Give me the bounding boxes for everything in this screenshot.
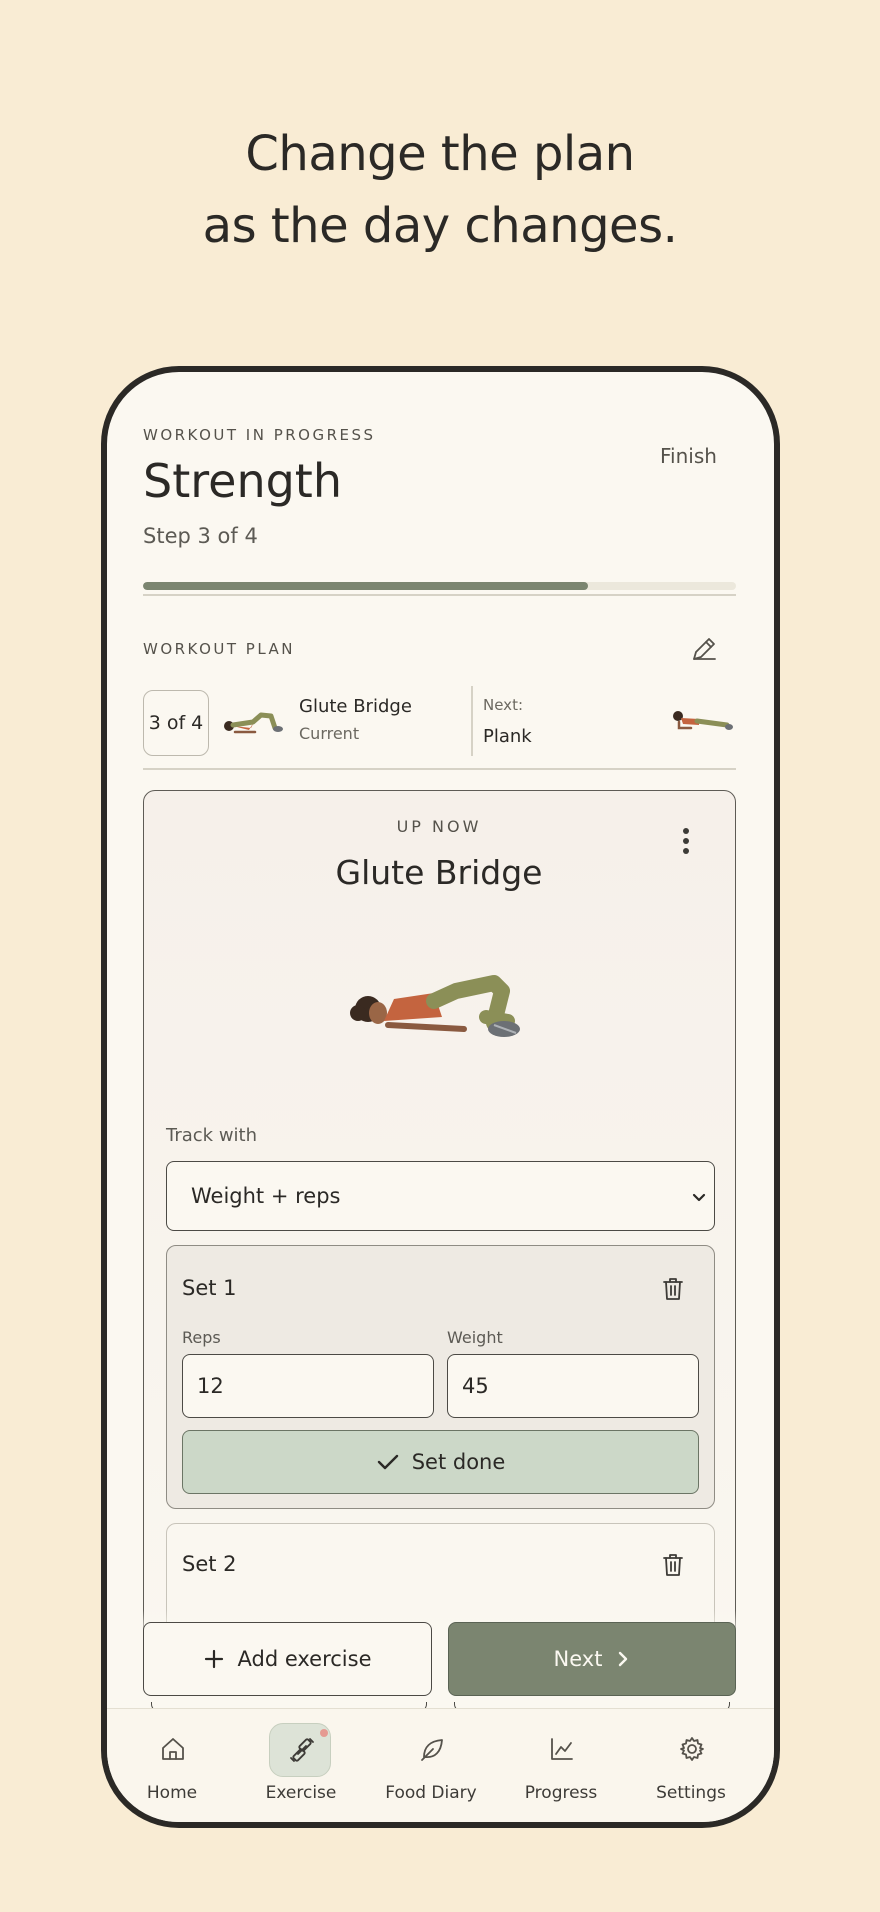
app-screen: WORKOUT IN PROGRESS Strength Step 3 of 4…: [107, 372, 774, 1822]
workout-progress-fill: [143, 582, 588, 590]
headline-line-2: as the day changes.: [202, 198, 678, 254]
current-exercise-card: UP NOW Glute Bridge Track with Weight + …: [143, 790, 736, 1690]
workout-plan-label: WORKOUT PLAN: [143, 640, 296, 658]
divider: [143, 768, 736, 770]
nav-label-home: Home: [146, 1783, 198, 1803]
add-exercise-label: Add exercise: [237, 1647, 372, 1671]
check-icon: [377, 1454, 398, 1470]
nav-item-settings[interactable]: Settings: [626, 1709, 756, 1822]
track-with-label: Track with: [166, 1125, 258, 1146]
plus-icon: [204, 1649, 223, 1669]
nav-label-exercise: Exercise: [265, 1783, 337, 1803]
plan-divider: [471, 686, 473, 756]
set-done-label: Set done: [411, 1450, 506, 1474]
tracking-mode-value: Weight + reps: [191, 1184, 341, 1208]
reps-input[interactable]: [182, 1354, 434, 1418]
delete-set-button[interactable]: [661, 1552, 685, 1578]
weight-label: Weight: [447, 1328, 503, 1347]
add-exercise-button[interactable]: Add exercise: [143, 1622, 432, 1696]
plan-step-counter[interactable]: 3 of 4: [143, 690, 209, 756]
next-button[interactable]: Next: [448, 1622, 736, 1696]
set-title: Set 2: [182, 1552, 237, 1576]
workout-status-label: WORKOUT IN PROGRESS: [143, 426, 376, 444]
set-card: Set 1 Reps Weight Se: [166, 1245, 715, 1509]
nav-label-settings: Settings: [656, 1783, 726, 1803]
headline: Change the plan as the day changes.: [0, 118, 880, 262]
next-exercise-name[interactable]: Plank: [483, 726, 532, 747]
up-now-label: UP NOW: [396, 817, 482, 836]
exercise-title: Glute Bridge: [335, 853, 543, 892]
set-title: Set 1: [182, 1276, 237, 1300]
notification-dot: [320, 1729, 328, 1737]
bottom-navigation: Home Exercise Food Diary Progress Settin…: [107, 1708, 774, 1822]
nav-item-exercise[interactable]: Exercise: [236, 1709, 366, 1822]
workout-step: Step 3 of 4: [143, 524, 258, 548]
set-done-button[interactable]: Set done: [182, 1430, 699, 1494]
delete-set-button[interactable]: [661, 1276, 685, 1302]
trash-icon: [663, 1278, 683, 1300]
trash-icon: [663, 1554, 683, 1576]
finish-button[interactable]: Finish: [660, 444, 717, 468]
edit-plan-button[interactable]: [687, 632, 721, 666]
pencil-icon: [693, 638, 716, 660]
current-exercise-status: Current: [299, 724, 360, 743]
nav-item-progress[interactable]: Progress: [496, 1709, 626, 1822]
glute-bridge-thumbnail: [224, 712, 283, 734]
next-label: Next: [553, 1647, 603, 1671]
leaf-icon: [421, 1739, 443, 1761]
more-options-button[interactable]: [674, 823, 698, 859]
reps-label: Reps: [182, 1328, 221, 1347]
chevron-down-icon: [692, 1193, 706, 1202]
tracking-mode-select[interactable]: Weight + reps: [166, 1161, 715, 1231]
nav-item-home[interactable]: Home: [107, 1709, 237, 1822]
next-exercise-label: Next:: [483, 696, 523, 714]
workout-title: Strength: [143, 454, 342, 508]
workout-progress-bar: [143, 582, 736, 590]
dumbbell-icon: [290, 1738, 314, 1762]
current-exercise-name: Glute Bridge: [299, 696, 412, 717]
headline-line-1: Change the plan: [245, 126, 635, 182]
more-vertical-icon: [683, 828, 689, 854]
gear-icon: [680, 1737, 704, 1761]
plank-thumbnail: [673, 711, 733, 730]
glute-bridge-illustration: [350, 975, 520, 1037]
home-icon: [162, 1738, 184, 1760]
nav-label-food-diary: Food Diary: [385, 1783, 477, 1803]
nav-label-progress: Progress: [524, 1783, 598, 1803]
divider: [143, 594, 736, 596]
nav-item-food-diary[interactable]: Food Diary: [366, 1709, 496, 1822]
chevron-right-icon: [619, 1651, 628, 1667]
weight-input[interactable]: [447, 1354, 699, 1418]
phone-frame: WORKOUT IN PROGRESS Strength Step 3 of 4…: [101, 366, 780, 1828]
chart-icon: [551, 1738, 573, 1760]
